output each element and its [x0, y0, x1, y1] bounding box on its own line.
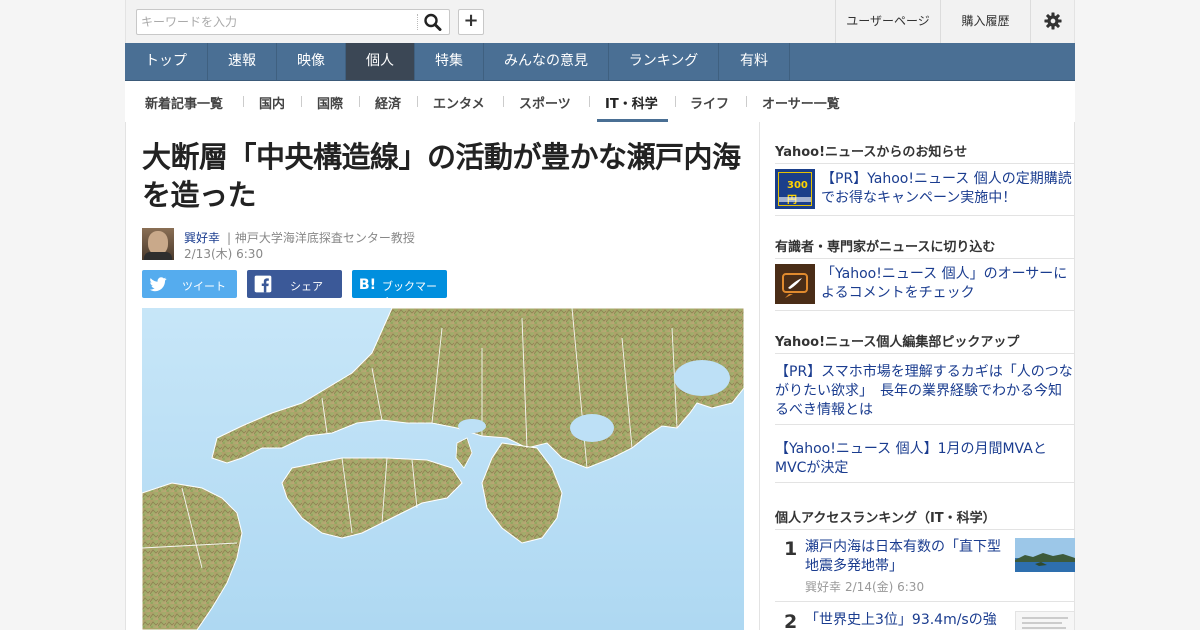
subnav-divider — [301, 96, 302, 107]
pickup-link[interactable]: 【PR】スマホ市場を理解するカギは「人のつながりたい欲求」 長年の業界経験でわか… — [775, 363, 1075, 420]
gear-icon — [1044, 12, 1062, 30]
hatena-bookmark-icon: B! — [359, 277, 376, 293]
author-avatar[interactable] — [142, 228, 174, 260]
subnav-item-life[interactable]: ライフ — [690, 93, 729, 112]
column-divider — [759, 122, 760, 630]
pickup-link[interactable]: 【Yahoo!ニュース 個人】1月の月間MVAとMVCが決定 — [775, 440, 1075, 478]
sidebar-divider — [775, 353, 1075, 354]
notice-thumbnail[interactable]: 300円 — [775, 169, 815, 209]
main-nav: トップ 速報 映像 個人 特集 みんなの意見 ランキング 有料 — [125, 43, 1075, 81]
tweet-button[interactable]: ツイート — [142, 270, 237, 298]
svg-text:B!: B! — [359, 277, 376, 293]
ranking-item-title[interactable]: 瀬戸内海は日本有数の「直下型地震多発地帯」 — [805, 538, 1010, 576]
search-input[interactable] — [141, 12, 411, 32]
notice-heading: Yahoo!ニュースからのお知らせ — [775, 145, 968, 160]
nav-item-breaking[interactable]: 速報 — [208, 43, 277, 80]
ranking-heading: 個人アクセスランキング（IT・科学） — [775, 511, 996, 526]
sidebar-divider — [775, 482, 1075, 483]
search-icon — [424, 13, 442, 31]
experts-link[interactable]: 「Yahoo!ニュース 個人」のオーサーによるコメントをチェック — [821, 265, 1073, 303]
subnav-divider — [746, 96, 747, 107]
subnav-divider — [359, 96, 360, 107]
subnav-divider — [589, 96, 590, 107]
facebook-icon — [254, 275, 272, 293]
author-name-link[interactable]: 巽好幸 — [184, 229, 220, 246]
nav-item-top[interactable]: トップ — [125, 43, 208, 80]
subnav-divider — [243, 96, 244, 107]
subnav-item-it-science[interactable]: IT・科学 — [605, 93, 658, 112]
nav-item-ranking[interactable]: ランキング — [609, 43, 719, 80]
search-button[interactable] — [423, 13, 443, 31]
feather-pen-icon — [782, 273, 808, 298]
experts-heading: 有識者・専門家がニュースに切り込む — [775, 240, 996, 255]
search-box — [136, 9, 450, 35]
subnav-item-authors[interactable]: オーサー一覧 — [762, 93, 840, 112]
sidebar-divider — [775, 310, 1075, 311]
ranking-item-date: 2/14(金) 6:30 — [845, 580, 925, 594]
ranking-item-title[interactable]: 「世界史上3位」93.4m/sの強風 — [805, 611, 1010, 630]
subnav-item-latest[interactable]: 新着記事一覧 — [145, 93, 223, 112]
subnav-item-domestic[interactable]: 国内 — [259, 93, 285, 112]
subnav-item-sports[interactable]: スポーツ — [519, 93, 571, 112]
subnav-divider — [417, 96, 418, 107]
facebook-share-button[interactable]: シェア — [247, 270, 342, 298]
nav-item-opinions[interactable]: みんなの意見 — [484, 43, 609, 80]
subnav-divider — [675, 96, 676, 107]
add-button[interactable]: + — [458, 9, 484, 35]
subnav-item-economy[interactable]: 経済 — [375, 93, 401, 112]
ranking-item-author: 巽好幸 — [805, 580, 842, 594]
nav-item-video[interactable]: 映像 — [277, 43, 346, 80]
twitter-icon — [149, 277, 167, 292]
experts-thumbnail[interactable] — [775, 264, 815, 304]
ranking-item-thumbnail[interactable] — [1015, 538, 1075, 572]
ranking-item-thumbnail[interactable] — [1015, 611, 1075, 630]
sidebar-divider — [775, 424, 1075, 425]
sidebar-divider — [775, 258, 1075, 259]
subnav-item-world[interactable]: 国際 — [317, 93, 343, 112]
subnav-item-entertainment[interactable]: エンタメ — [433, 93, 485, 112]
facebook-share-label: シェア — [290, 280, 323, 293]
notice-link[interactable]: 【PR】Yahoo!ニュース 個人の定期購読でお得なキャンペーン実施中！ — [821, 170, 1073, 208]
sidebar-divider — [775, 215, 1075, 216]
settings-button[interactable] — [1030, 0, 1075, 43]
ranking-number: 1 — [784, 538, 798, 560]
article-title: 大断層「中央構造線」の活動が豊かな瀬戸内海を造った — [142, 140, 741, 212]
search-divider — [417, 14, 418, 30]
nav-item-individual[interactable]: 個人 — [346, 43, 415, 80]
author-affiliation: | 神戸大学海洋底探査センター教授 — [227, 231, 415, 245]
sidebar-divider — [775, 529, 1075, 530]
top-bar: + ユーザーページ 購入履歴 — [125, 0, 1075, 43]
subnav-divider — [503, 96, 504, 107]
publish-date: 2/13(木) 6:30 — [184, 247, 264, 261]
tweet-label: ツイート — [182, 280, 226, 293]
article-map-image — [142, 308, 744, 630]
sub-nav: 新着記事一覧 国内 国際 経済 エンタメ スポーツ IT・科学 ライフ オーサー… — [125, 81, 1075, 122]
sidebar-divider — [775, 163, 1075, 164]
avatar-body — [144, 252, 172, 260]
notice-thumbnail-text: 300円 — [787, 180, 808, 206]
purchase-history-link[interactable]: 購入履歴 — [940, 0, 1030, 43]
hatena-bookmark-label: ブックマーク — [382, 280, 437, 309]
nav-item-feature[interactable]: 特集 — [415, 43, 484, 80]
ranking-number: 2 — [784, 611, 798, 630]
hatena-bookmark-button[interactable]: B! ブックマーク — [352, 270, 447, 309]
sidebar-divider — [775, 601, 1075, 602]
content-area: 大断層「中央構造線」の活動が豊かな瀬戸内海を造った 巽好幸 | 神戸大学海洋底探… — [125, 122, 1075, 630]
user-page-link[interactable]: ユーザーページ — [835, 0, 940, 43]
nav-item-paid[interactable]: 有料 — [719, 43, 790, 80]
plus-icon: + — [463, 10, 479, 31]
pickup-heading: Yahoo!ニュース個人編集部ピックアップ — [775, 335, 1020, 350]
